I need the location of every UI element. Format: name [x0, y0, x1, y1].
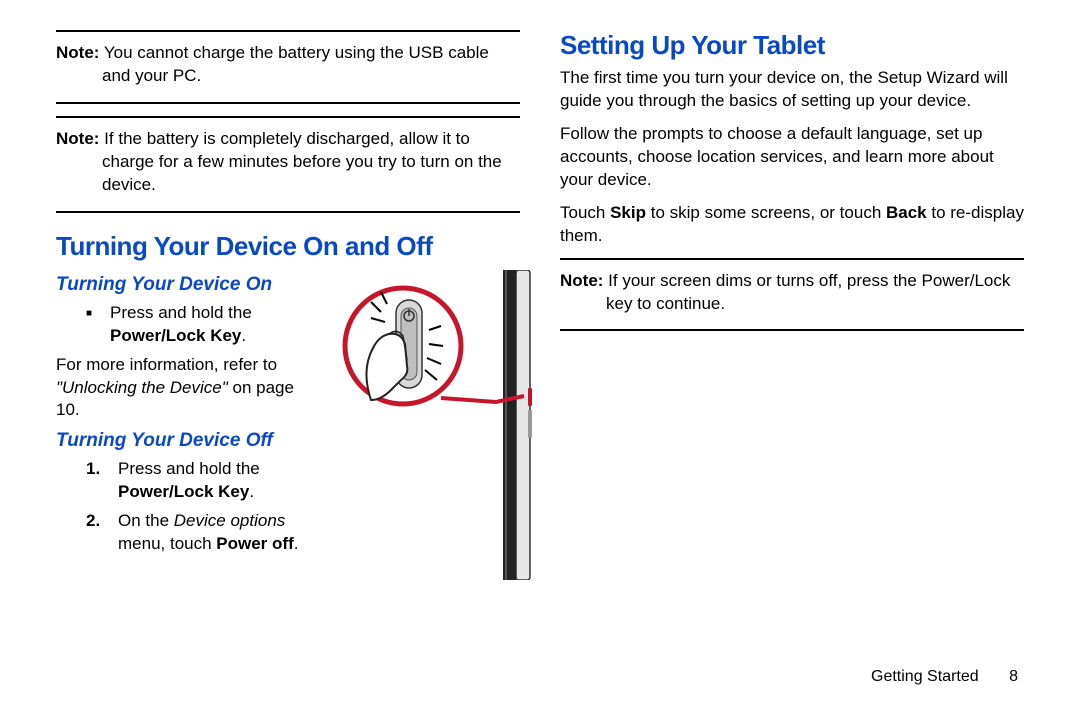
note-1-text: You cannot charge the battery using the …	[99, 43, 488, 85]
heading-turning-on-off: Turning Your Device On and Off	[56, 231, 520, 262]
page-footer: Getting Started 8	[871, 668, 1018, 686]
setup-p3-back: Back	[886, 203, 927, 222]
power-button-illustration	[321, 270, 536, 585]
setup-p3-b: to skip some screens, or touch	[646, 203, 886, 222]
subheading-turning-on: Turning Your Device On	[56, 274, 316, 296]
step-1-text-a: Press and hold the	[118, 459, 260, 478]
setup-para-3: Touch Skip to skip some screens, or touc…	[560, 202, 1024, 248]
step-2-number: 2.	[86, 510, 106, 556]
setup-para-2: Follow the prompts to choose a default l…	[560, 123, 1024, 192]
note-block-right: Note: If your screen dims or turns off, …	[560, 258, 1024, 332]
bullet-on-key: Power/Lock Key	[110, 326, 241, 345]
step-2-off: 2. On the Device options menu, touch Pow…	[86, 510, 316, 556]
note-right-label: Note:	[560, 271, 603, 290]
unlock-ref-i: "Unlocking the Device"	[56, 378, 228, 397]
note-1-label: Note:	[56, 43, 99, 62]
step-2-italic: Device options	[174, 511, 286, 530]
setup-para-1: The first time you turn your device on, …	[560, 67, 1024, 113]
step-1-key: Power/Lock Key	[118, 482, 249, 501]
step-2-text-c: .	[294, 534, 299, 553]
step-1-off: 1. Press and hold the Power/Lock Key.	[86, 458, 316, 504]
step-2-text-a: On the	[118, 511, 174, 530]
unlock-ref-a: For more information, refer to	[56, 355, 277, 374]
note-2-text: If the battery is completely discharged,…	[99, 129, 501, 194]
bullet-on-text-a: Press and hold the	[110, 303, 252, 322]
bullet-press-hold-on: ■ Press and hold the Power/Lock Key.	[86, 302, 316, 348]
step-2-strong: Power off	[216, 534, 293, 553]
setup-p3-a: Touch	[560, 203, 610, 222]
footer-section: Getting Started	[871, 668, 979, 685]
note-2-label: Note:	[56, 129, 99, 148]
setup-p3-skip: Skip	[610, 203, 646, 222]
subheading-turning-off: Turning Your Device Off	[56, 430, 316, 452]
note-right-text: If your screen dims or turns off, press …	[603, 271, 1010, 313]
right-column: Setting Up Your Tablet The first time yo…	[560, 30, 1024, 680]
step-1-number: 1.	[86, 458, 106, 504]
footer-page-number: 8	[1009, 668, 1018, 685]
square-bullet-icon: ■	[86, 302, 92, 348]
bullet-on-text-c: .	[241, 326, 246, 345]
note-block-2: Note: If the battery is completely disch…	[56, 116, 520, 213]
unlock-ref: For more information, refer to "Unlockin…	[56, 354, 316, 423]
left-column: Note: You cannot charge the battery usin…	[56, 30, 520, 680]
step-2-text-b: menu, touch	[118, 534, 216, 553]
heading-setting-up: Setting Up Your Tablet	[560, 30, 1024, 61]
note-block-1: Note: You cannot charge the battery usin…	[56, 30, 520, 104]
step-1-text-c: .	[249, 482, 254, 501]
